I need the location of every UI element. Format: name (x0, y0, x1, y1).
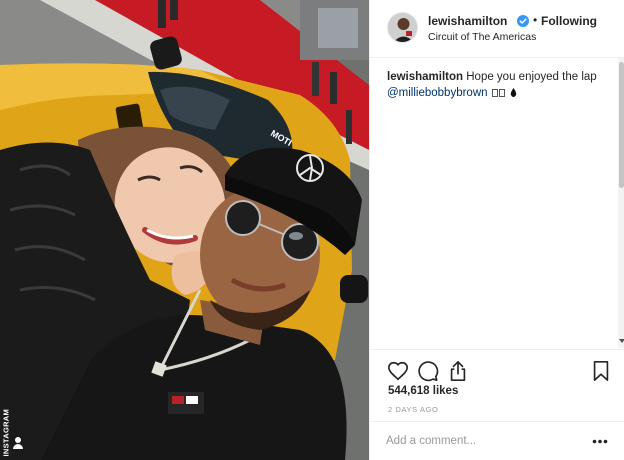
selfie-image: MOTI (0, 0, 369, 460)
caption: lewishamilton Hope you enjoyed the lap @… (387, 69, 607, 101)
caption-username[interactable]: lewishamilton (387, 71, 463, 83)
username-link[interactable]: lewishamilton (428, 14, 507, 28)
post-timestamp[interactable]: 2 DAYS AGO (388, 405, 438, 414)
scroll-down-arrow-icon[interactable] (619, 338, 624, 344)
avatar[interactable] (387, 12, 418, 43)
drop-emoji-icon (510, 88, 517, 97)
more-options-icon[interactable] (592, 439, 608, 444)
heart-icon[interactable] (387, 360, 409, 382)
avatar-image (388, 13, 417, 42)
caption-mention[interactable]: @milliebobbybrown (387, 87, 488, 99)
post-side-panel: lewishamilton • Following Circuit of The… (369, 0, 624, 460)
header-separator: • (533, 13, 538, 27)
add-comment-bar (370, 421, 624, 460)
comment-bubble-icon[interactable] (417, 360, 439, 382)
emoji-glyph-icon (491, 89, 498, 97)
like-count[interactable]: 544,618 likes (388, 385, 458, 397)
share-icon[interactable] (447, 360, 469, 382)
watermark-text: INSTAGRAM (1, 408, 11, 457)
bookmark-icon[interactable] (590, 360, 612, 382)
emoji-glyph-icon (498, 89, 505, 97)
caption-text: Hope you enjoyed the lap (466, 71, 597, 83)
tagged-user-icon[interactable] (10, 434, 26, 450)
comments-area: lewishamilton Hope you enjoyed the lap @… (370, 58, 624, 348)
following-button[interactable]: Following (541, 14, 597, 28)
comment-input[interactable] (386, 432, 576, 450)
post-header: lewishamilton • Following Circuit of The… (370, 0, 624, 58)
scrollbar-thumb[interactable] (619, 62, 624, 188)
verified-badge-icon (517, 15, 529, 27)
post-photo[interactable]: MOTI INSTAGRAM (0, 0, 369, 460)
location-link[interactable]: Circuit of The Americas (428, 31, 536, 43)
